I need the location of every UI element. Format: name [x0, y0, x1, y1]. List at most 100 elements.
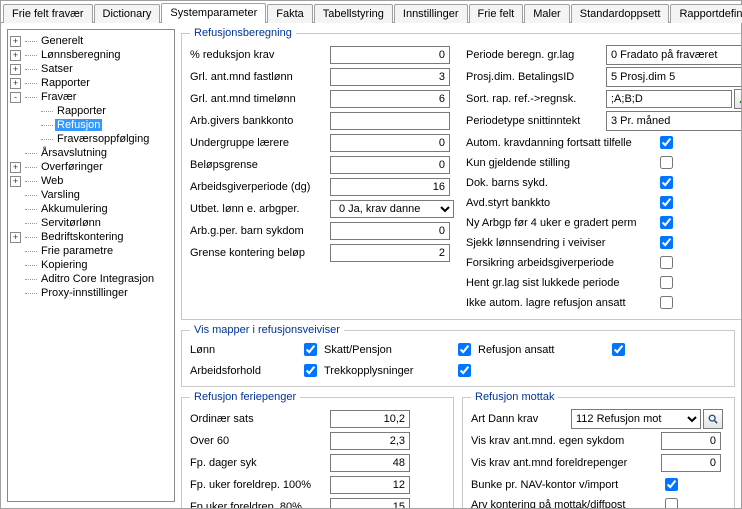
- chk-vm-skatt[interactable]: [458, 343, 471, 356]
- tab-rapportdefinisjoner-altinn[interactable]: Rapportdefinisjoner Altinn: [670, 4, 742, 23]
- expand-icon[interactable]: +: [10, 50, 21, 61]
- lbl-vm-arbeidsforhold: Arbeidsforhold: [190, 365, 300, 377]
- chk-kun-gjeldende[interactable]: [660, 156, 673, 169]
- lookup-rm-art-button[interactable]: [703, 409, 723, 429]
- tree-item--rsavslutning[interactable]: Årsavslutning: [10, 146, 172, 160]
- tree-item-frav-rsoppf-lging[interactable]: Fraværsoppfølging: [26, 132, 172, 146]
- chk-rm-arv[interactable]: [665, 498, 678, 508]
- nav-tree[interactable]: +Generelt+Lønnsberegning+Satser+Rapporte…: [7, 29, 175, 502]
- tree-item-akkumulering[interactable]: Akkumulering: [10, 202, 172, 216]
- tab-fakta[interactable]: Fakta: [267, 4, 313, 23]
- tree-label: Servitørlønn: [39, 217, 103, 229]
- lbl-utbet-lonn: Utbet. lønn e. arbgper.: [190, 203, 330, 215]
- select-prosj-dim[interactable]: 5 Prosj.dim 5: [606, 67, 741, 87]
- legend-refusjonsberegning: Refusjonsberegning: [190, 27, 296, 39]
- edit-sort-rap-button[interactable]: [734, 89, 741, 109]
- expand-icon[interactable]: +: [10, 78, 21, 89]
- tab-standardoppsett[interactable]: Standardoppsett: [571, 4, 670, 23]
- input-belopsgrense[interactable]: [330, 156, 450, 174]
- input-fp-ordinaer[interactable]: [330, 410, 410, 428]
- input-fp-over60[interactable]: [330, 432, 410, 450]
- tree-spacer: [10, 218, 21, 229]
- tree-item-bedriftskontering[interactable]: +Bedriftskontering: [10, 230, 172, 244]
- tree-item-overf-ringer[interactable]: +Overføringer: [10, 160, 172, 174]
- select-rm-art[interactable]: 112 Refusjon mot: [571, 409, 701, 429]
- tree-item-kopiering[interactable]: Kopiering: [10, 258, 172, 272]
- input-grense-kontering[interactable]: [330, 244, 450, 262]
- tab-frie-felt[interactable]: Frie felt: [469, 4, 524, 23]
- input-fp-dager[interactable]: [330, 454, 410, 472]
- group-vis-mapper: Vis mapper i refusjonsveiviser Lønn Skat…: [181, 324, 735, 387]
- input-fp-uker100[interactable]: [330, 476, 410, 494]
- expand-icon[interactable]: +: [10, 36, 21, 47]
- chk-sjekk-lonn[interactable]: [660, 236, 673, 249]
- tree-item-web[interactable]: +Web: [10, 174, 172, 188]
- input-arb-bankkonto[interactable]: [330, 112, 450, 130]
- chk-rm-bunke[interactable]: [665, 478, 678, 491]
- expand-icon[interactable]: +: [10, 162, 21, 173]
- lbl-hent-grlag: Hent gr.lag sist lukkede periode: [466, 277, 656, 289]
- lbl-arbgper-barn: Arb.g.per. barn sykdom: [190, 225, 330, 237]
- tab-dictionary[interactable]: Dictionary: [94, 4, 161, 23]
- collapse-icon[interactable]: -: [10, 92, 21, 103]
- tab-maler[interactable]: Maler: [524, 4, 570, 23]
- input-pct-reduksjon[interactable]: [330, 46, 450, 64]
- chk-dok-barns[interactable]: [660, 176, 673, 189]
- tree-item-l-nnsberegning[interactable]: + Lønnsberegning: [10, 48, 172, 62]
- chk-vm-refusjon[interactable]: [612, 343, 625, 356]
- tab-innstillinger[interactable]: Innstillinger: [394, 4, 468, 23]
- lbl-fp-uker100: Fp. uker foreldrep. 100%: [190, 479, 330, 491]
- tab-frie-felt-fravær[interactable]: Frie felt fravær: [3, 4, 93, 23]
- chk-hent-grlag[interactable]: [660, 276, 673, 289]
- tree-item-aditro-core-integrasjon[interactable]: Aditro Core Integrasjon: [10, 272, 172, 286]
- lbl-belopsgrense: Beløpsgrense: [190, 159, 330, 171]
- tree-item-satser[interactable]: +Satser: [10, 62, 172, 76]
- tree-item-frav-r[interactable]: -Fravær: [10, 90, 172, 104]
- tree-item-varsling[interactable]: Varsling: [10, 188, 172, 202]
- tree-spacer: [10, 260, 21, 271]
- lbl-vm-lonn: Lønn: [190, 344, 300, 356]
- tree-item-rapporter[interactable]: Rapporter: [26, 104, 172, 118]
- input-grl-fastlonn[interactable]: [330, 68, 450, 86]
- input-fp-uker80[interactable]: [330, 498, 410, 508]
- chk-ikke-autom[interactable]: [660, 296, 673, 309]
- input-undergruppe[interactable]: [330, 134, 450, 152]
- tree-item-rapporter[interactable]: +Rapporter: [10, 76, 172, 90]
- lbl-fp-ordinaer: Ordinær sats: [190, 413, 330, 425]
- expand-icon[interactable]: +: [10, 176, 21, 187]
- select-periode-beregn[interactable]: 0 Fradato på fraværet: [606, 45, 741, 65]
- input-arbgper-barn[interactable]: [330, 222, 450, 240]
- tree-item-proxy-innstillinger[interactable]: Proxy-innstillinger: [10, 286, 172, 300]
- chk-vm-trekk[interactable]: [458, 364, 471, 377]
- tree-spacer: [10, 190, 21, 201]
- expand-icon[interactable]: +: [10, 232, 21, 243]
- chk-vm-arbeidsforhold[interactable]: [304, 364, 317, 377]
- tab-systemparameter[interactable]: Systemparameter: [161, 3, 266, 23]
- tree-item-servit-rl-nn[interactable]: Servitørlønn: [10, 216, 172, 230]
- input-grl-timelonn[interactable]: [330, 90, 450, 108]
- chk-ny-arbgp[interactable]: [660, 216, 673, 229]
- tree-label: Rapporter: [55, 105, 108, 117]
- tree-item-generelt[interactable]: +Generelt: [10, 34, 172, 48]
- tree-item-refusjon[interactable]: Refusjon: [26, 118, 172, 132]
- lbl-ny-arbgp: Ny Arbgp før 4 uker e gradert perm: [466, 217, 656, 229]
- select-periodetype[interactable]: 3 Pr. måned: [606, 111, 741, 131]
- edit-icon: [739, 94, 741, 104]
- lbl-rm-vis-foreldre: Vis krav ant.mnd foreldrepenger: [471, 457, 661, 469]
- tree-label: Årsavslutning: [39, 147, 109, 159]
- tree-spacer: [10, 274, 21, 285]
- chk-autom-kravdanning[interactable]: [660, 136, 673, 149]
- chk-avd-styrt[interactable]: [660, 196, 673, 209]
- chk-vm-lonn[interactable]: [304, 343, 317, 356]
- tab-tabellstyring[interactable]: Tabellstyring: [314, 4, 393, 23]
- tree-item-frie-parametre[interactable]: Frie parametre: [10, 244, 172, 258]
- input-rm-vis-foreldre[interactable]: [661, 454, 721, 472]
- chk-forsikring[interactable]: [660, 256, 673, 269]
- input-arbeidsgiverperiode[interactable]: [330, 178, 450, 196]
- tree-label: Lønnsberegning: [39, 49, 123, 61]
- input-sort-rap[interactable]: [606, 90, 732, 108]
- expand-icon[interactable]: +: [10, 64, 21, 75]
- lbl-autom-kravdanning: Autom. kravdanning fortsatt tilfelle: [466, 137, 656, 149]
- input-rm-vis-egen[interactable]: [661, 432, 721, 450]
- select-utbet-lonn[interactable]: 0 Ja, krav danne: [330, 200, 454, 218]
